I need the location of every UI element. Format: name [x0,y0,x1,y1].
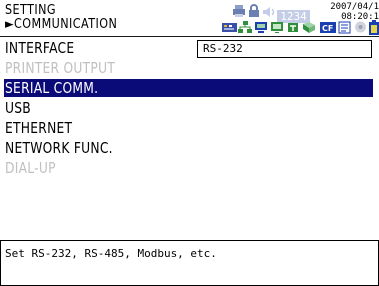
battery-icon [369,20,379,35]
menu-item-serial-comm[interactable]: SERIAL COMM. [4,79,373,97]
menu-item-label: USB [5,99,31,117]
interface-value: RS-232 [203,42,243,55]
menu-item-label: NETWORK FUNC. [5,139,113,157]
date-text: 2007/04/1 [330,2,379,12]
menu-item-ethernet[interactable]: ETHERNET [5,119,345,137]
menu-item-label: SERIAL COMM. [5,79,99,97]
menu-item-label: PRINTER OUTPUT [5,59,116,77]
menu-item-printer-output: PRINTER OUTPUT [5,59,345,77]
header-divider [0,36,379,37]
date-time: 2007/04/1 08:20:1 [330,2,379,22]
monitor-icon [271,22,283,33]
document-icon [338,21,351,34]
page-title: SETTING [5,3,56,18]
menu-item-label: ETHERNET [5,119,73,137]
keyboard-icon [222,23,237,32]
help-text: Set RS-232, RS-485, Modbus, etc. [5,247,217,260]
breadcrumb: ►COMMUNICATION [5,17,118,32]
menu-item-dial-up: DIAL-UP [5,159,345,177]
interface-value-field[interactable]: RS-232 [197,40,372,58]
printer-icon [233,5,245,17]
network-icon [238,21,252,33]
menu-item-usb[interactable]: USB [5,99,345,117]
menu-item-label: DIAL-UP [5,159,56,177]
disk-icon [303,22,315,33]
usb-icon [288,23,298,32]
computer-icon [255,22,267,33]
status-icons: 1234 2007/04/1 08:20:1 CF [222,2,379,36]
sound-icon [263,7,275,17]
lock-icon [249,4,259,17]
menu-item-network-func[interactable]: NETWORK FUNC. [5,139,345,157]
memory-icon [355,21,366,33]
cf-card-icon: CF [320,22,336,33]
setting-screen: SETTING ►COMMUNICATION 1234 2007/04/1 08… [0,0,379,286]
svg-text:CF: CF [322,24,333,33]
menu-item-label: INTERFACE [5,39,75,57]
